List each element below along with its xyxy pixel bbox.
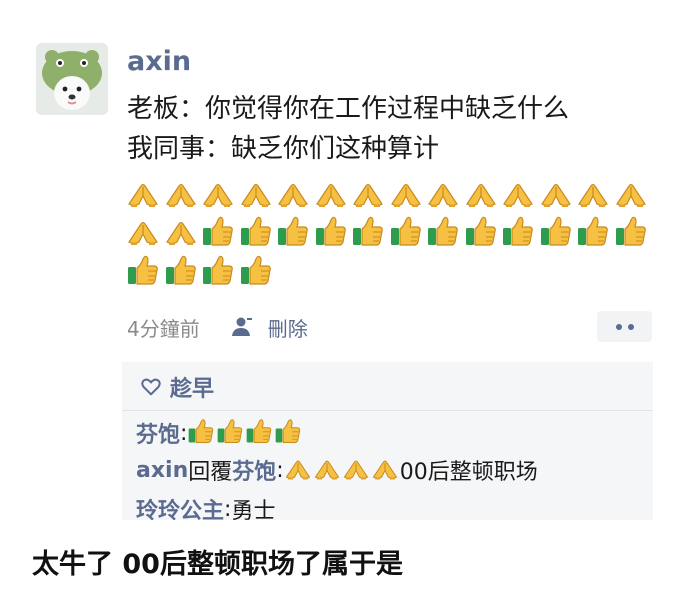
post-text-line-1: 老板：你觉得你在工作过程中缺乏什么 <box>127 94 570 124</box>
divider <box>122 410 653 411</box>
dot-icon <box>627 323 634 330</box>
dot-icon <box>615 323 622 330</box>
thumbs-up-emoji <box>576 214 614 248</box>
likes-row: 趁早 <box>140 372 214 402</box>
avatar[interactable] <box>36 43 108 115</box>
post-meta: 4分鐘前 刪除 <box>127 312 308 342</box>
folded-hands-emoji <box>313 454 342 482</box>
like-user-name[interactable]: 趁早 <box>170 371 214 403</box>
comment-emojis <box>284 454 400 486</box>
thumbs-up-emoji <box>501 214 539 248</box>
comment-text: 勇士 <box>231 499 276 520</box>
thumbs-up-emoji <box>274 417 303 445</box>
thumbs-up-emoji <box>539 214 577 248</box>
likes-comments-panel: 趁早 芬饱 : axin 回覆 芬饱 : 00后整顿职场 玲玲公主 : 勇士 <box>122 362 653 520</box>
comment[interactable]: axin 回覆 芬饱 : 00后整顿职场 <box>136 452 538 488</box>
thumbs-up-emoji <box>426 214 464 248</box>
comment-colon: : <box>180 420 188 446</box>
folded-hands-emoji <box>164 176 202 210</box>
folded-hands-emoji <box>464 176 502 210</box>
thumbs-up-emoji <box>239 253 277 287</box>
folded-hands-emoji <box>314 176 352 210</box>
emoji-row-1 <box>126 176 651 210</box>
thumbs-up-emoji <box>614 214 652 248</box>
thumbs-up-emoji <box>276 214 314 248</box>
thumbs-up-emoji <box>351 214 389 248</box>
heart-icon <box>140 376 162 398</box>
thumbs-up-emoji <box>314 214 352 248</box>
folded-hands-emoji <box>239 176 277 210</box>
comment-colon: : <box>276 457 284 483</box>
comment[interactable]: 芬饱 : <box>136 415 303 451</box>
thumbs-up-emoji <box>245 417 274 445</box>
folded-hands-emoji <box>126 214 164 248</box>
folded-hands-emoji <box>284 454 313 482</box>
post-text-line-2: 我同事：缺乏你们这种算计 <box>127 134 440 164</box>
folded-hands-emoji <box>351 176 389 210</box>
comment-emojis <box>187 417 303 449</box>
thumbs-up-emoji <box>239 214 277 248</box>
folded-hands-emoji <box>389 176 427 210</box>
post-time: 4分鐘前 <box>127 316 200 341</box>
folded-hands-emoji <box>126 176 164 210</box>
thumbs-up-emoji <box>164 253 202 287</box>
comment-author[interactable]: axin <box>136 458 188 483</box>
thumbs-up-emoji <box>464 214 502 248</box>
reply-to-name[interactable]: 芬饱 <box>232 454 276 486</box>
more-options-button[interactable] <box>597 311 652 342</box>
author-name[interactable]: axin <box>127 45 191 79</box>
folded-hands-emoji <box>342 454 371 482</box>
reply-word: 回覆 <box>188 460 233 485</box>
emoji-row-3 <box>126 253 276 287</box>
thumbs-up-emoji <box>187 417 216 445</box>
folded-hands-emoji <box>614 176 652 210</box>
thumbs-up-emoji <box>201 214 239 248</box>
thumbs-up-emoji <box>201 253 239 287</box>
folded-hands-emoji <box>501 176 539 210</box>
comment[interactable]: 玲玲公主 : 勇士 <box>136 491 276 521</box>
thumbs-up-emoji <box>216 417 245 445</box>
folded-hands-emoji <box>539 176 577 210</box>
folded-hands-emoji <box>276 176 314 210</box>
folded-hands-emoji <box>371 454 400 482</box>
thumbs-up-emoji <box>126 253 164 287</box>
folded-hands-emoji <box>164 214 202 248</box>
person-icon <box>230 315 254 339</box>
emoji-row-2 <box>126 214 651 248</box>
folded-hands-emoji <box>426 176 464 210</box>
comment-author[interactable]: 玲玲公主 <box>136 493 224 520</box>
caption-text: 太牛了 00后整顿职场了属于是 <box>32 549 403 580</box>
comment-colon: : <box>224 496 232 521</box>
comment-author[interactable]: 芬饱 <box>136 417 180 449</box>
comment-text: 00后整顿职场 <box>399 460 538 485</box>
folded-hands-emoji <box>576 176 614 210</box>
folded-hands-emoji <box>201 176 239 210</box>
delete-button[interactable]: 刪除 <box>268 313 308 342</box>
thumbs-up-emoji <box>389 214 427 248</box>
